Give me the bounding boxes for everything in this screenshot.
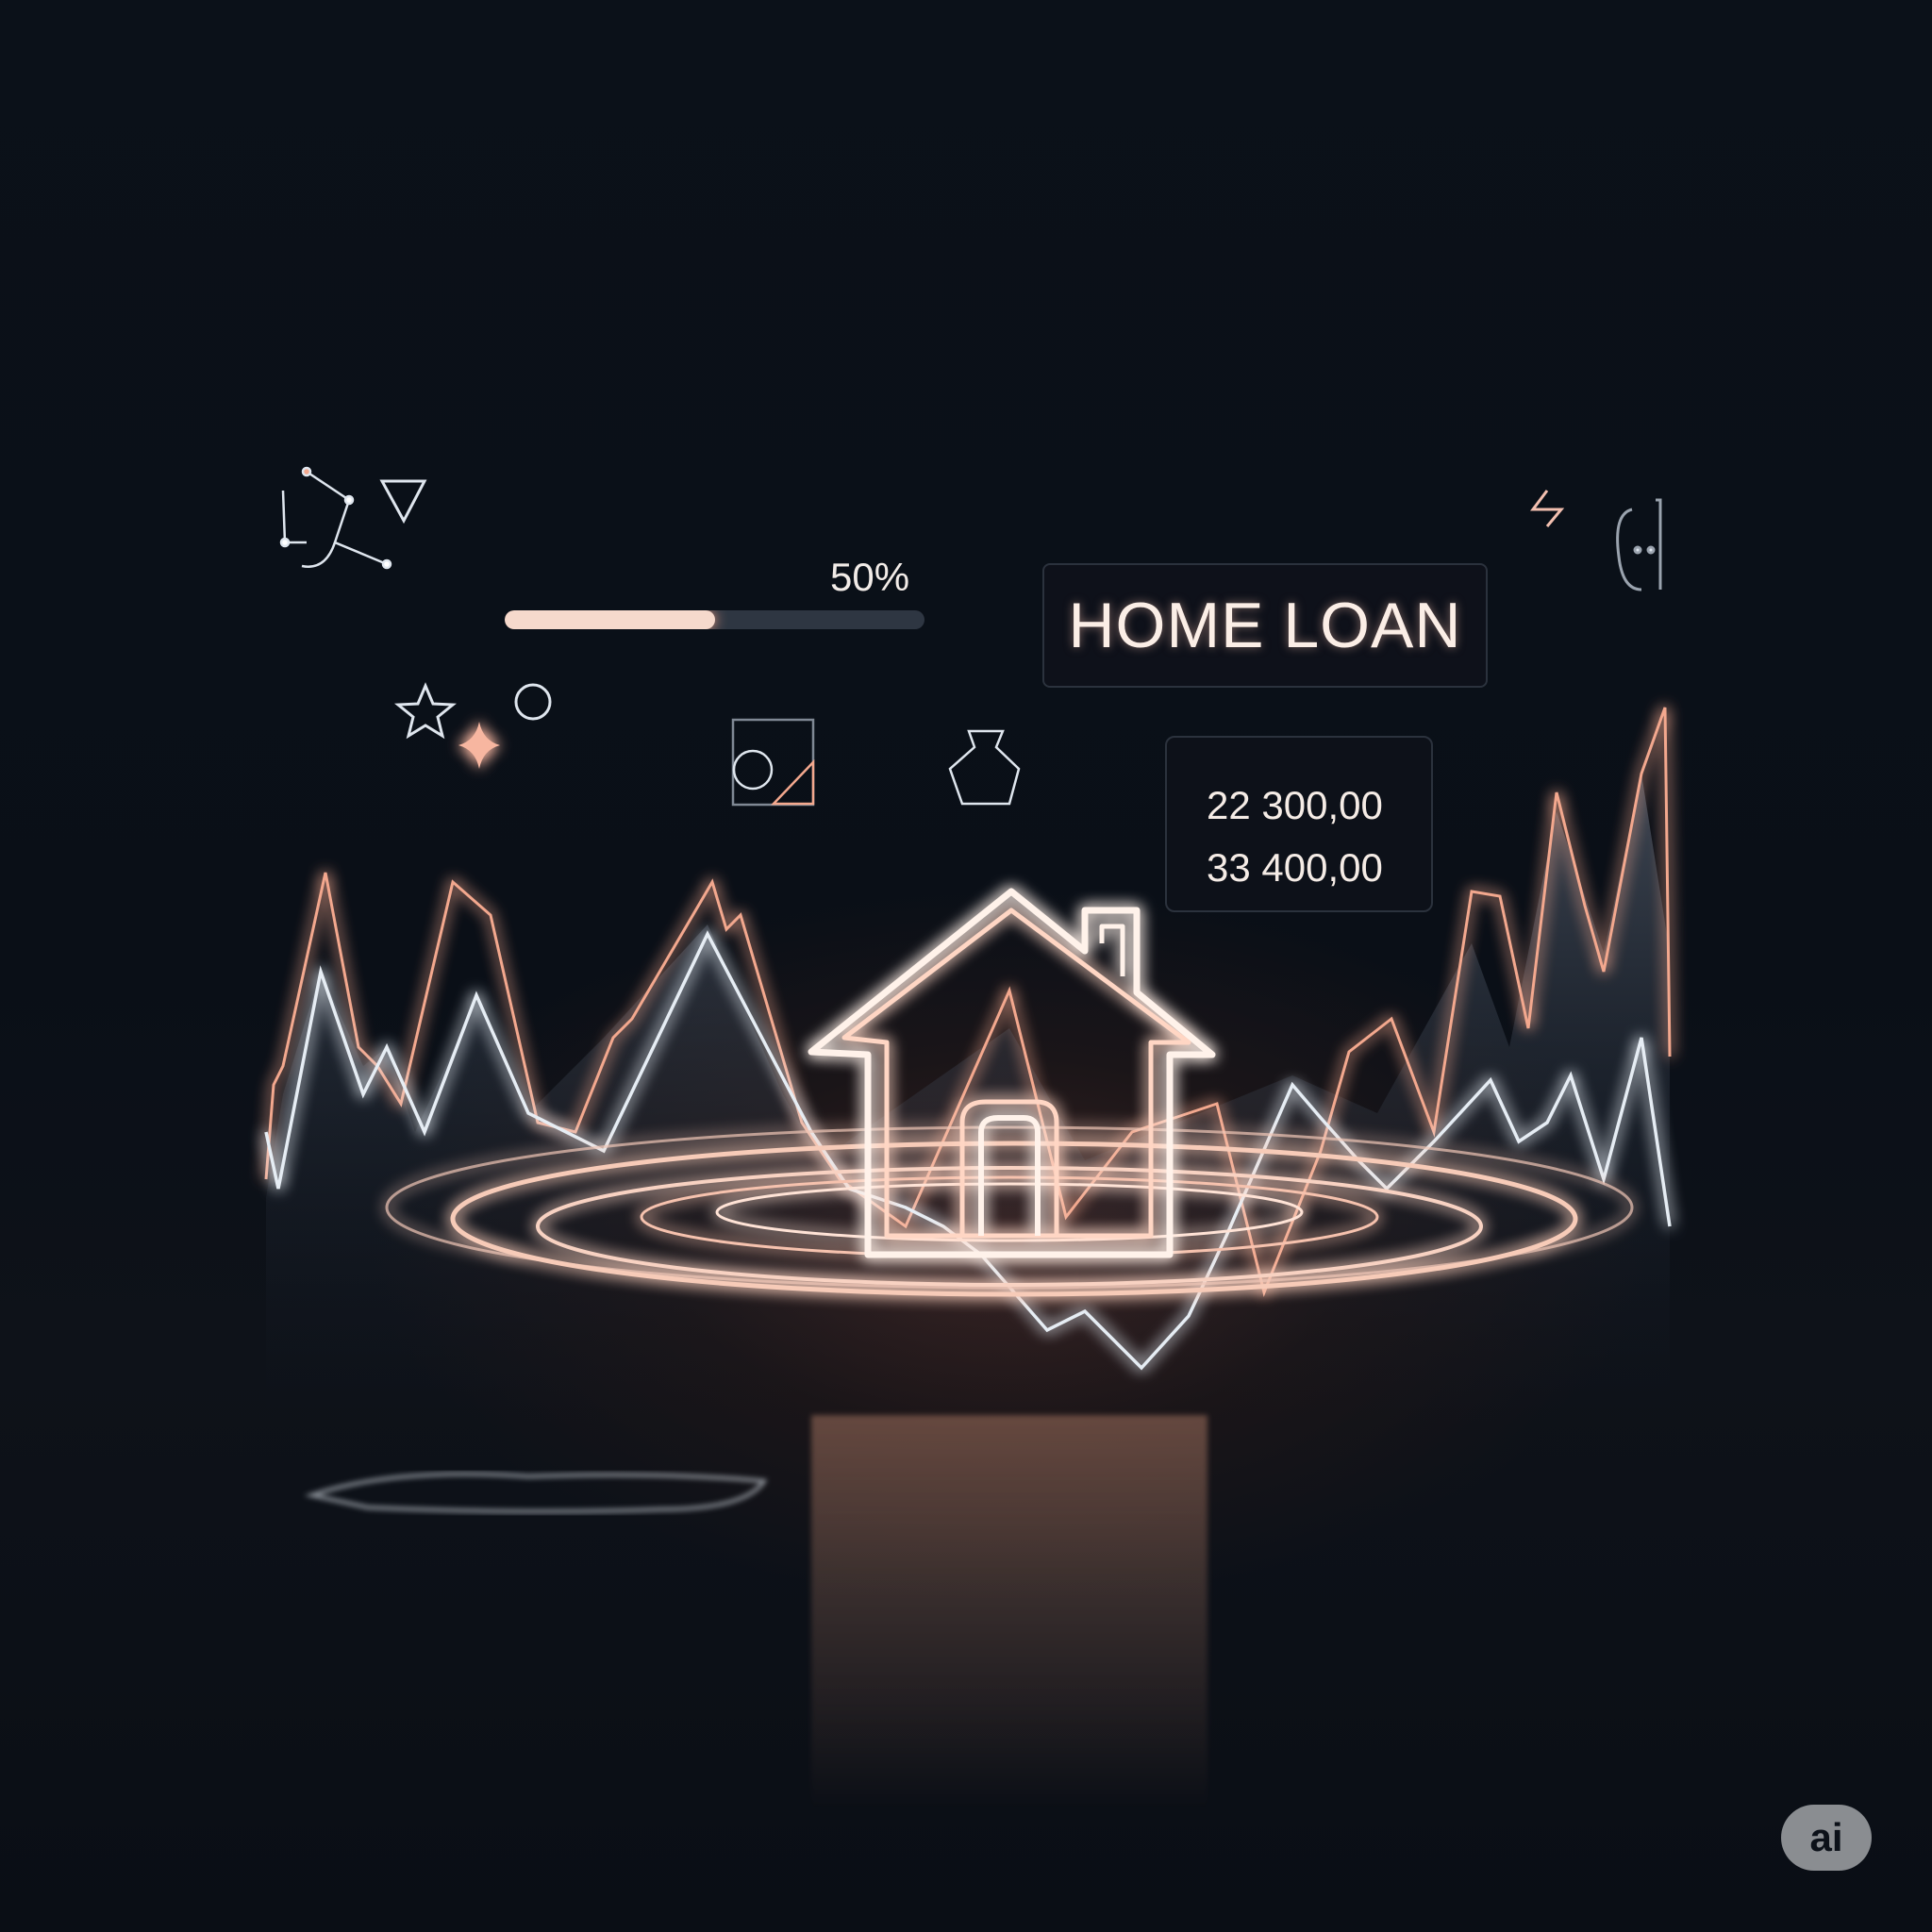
- progress-label: 50%: [830, 555, 910, 599]
- scene: 50% HOME LOAN 22 300,00 33 400,00 ai: [0, 0, 1932, 1932]
- chart-area: [266, 774, 1670, 1415]
- card-title: HOME LOAN: [1068, 590, 1462, 661]
- circle-icon: [514, 683, 552, 721]
- value-second: 33 400,00: [1207, 845, 1383, 890]
- progress-bar: [505, 610, 924, 629]
- progress-fill: [505, 610, 715, 629]
- constellation-icon: [279, 466, 392, 570]
- floor-reflection: [811, 1415, 1208, 1811]
- sparkle-icon: [458, 722, 500, 769]
- ai-badge: ai: [1781, 1805, 1872, 1871]
- illustration: [264, 466, 1672, 1811]
- home-loan-card: HOME LOAN: [1042, 563, 1488, 688]
- value-first: 22 300,00: [1207, 783, 1383, 827]
- floor-ring-reflection: [304, 1472, 768, 1514]
- shapes-box-icon: [731, 718, 815, 807]
- arrow-icon: [1530, 490, 1565, 527]
- vase-icon: [948, 729, 1021, 806]
- face-icon: [1616, 498, 1662, 591]
- star-icon: [394, 682, 457, 740]
- values-card: 22 300,00 33 400,00: [1165, 736, 1433, 912]
- triangle-icon: [379, 479, 427, 525]
